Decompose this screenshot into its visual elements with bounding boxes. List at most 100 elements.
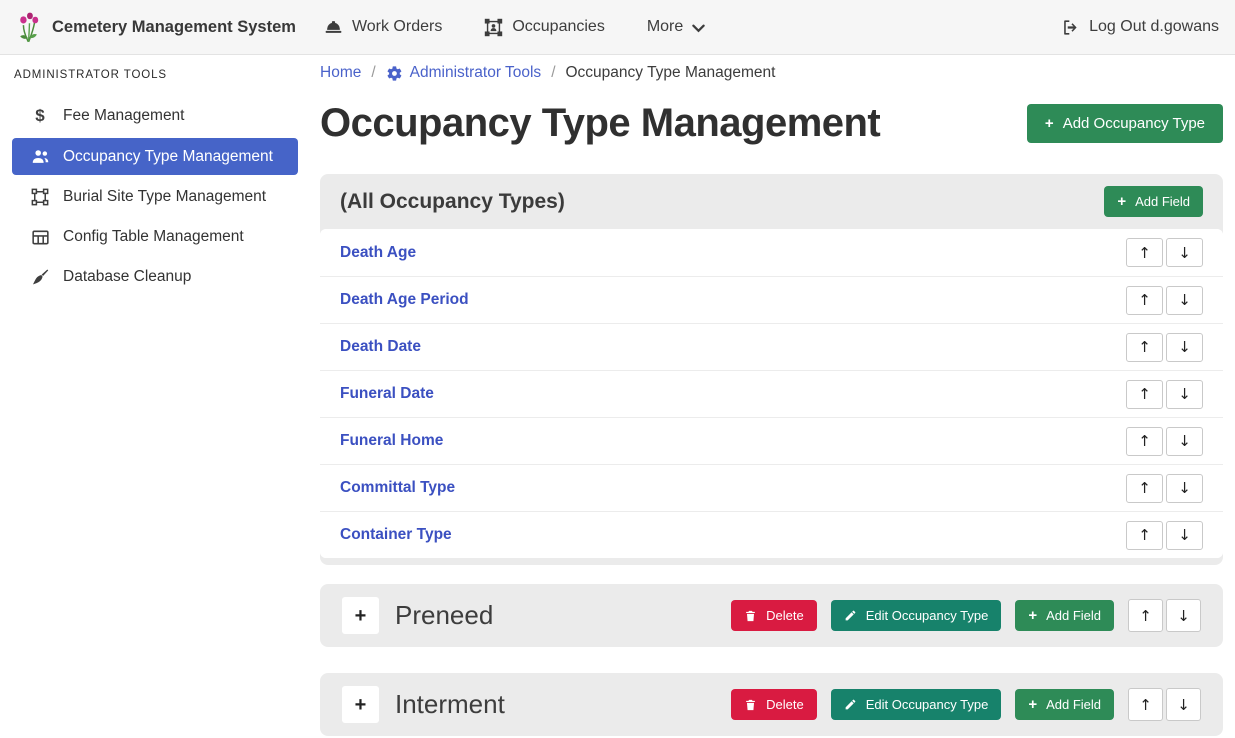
expand-button[interactable]: + xyxy=(342,597,379,634)
logout-label: Log Out d.gowans xyxy=(1089,18,1219,36)
chevron-down-icon xyxy=(692,24,705,33)
field-row: Death Date ↑ ↓ xyxy=(320,323,1223,370)
dollar-icon: $ xyxy=(30,106,50,126)
breadcrumb-separator: / xyxy=(551,64,555,82)
arrow-down-icon: ↓ xyxy=(1178,432,1191,450)
move-up-button[interactable]: ↑ xyxy=(1126,286,1163,315)
nav-occupancies-label: Occupancies xyxy=(512,18,605,36)
move-down-button[interactable]: ↓ xyxy=(1166,599,1201,632)
move-up-button[interactable]: ↑ xyxy=(1126,521,1163,550)
app-brand[interactable]: Cemetery Management System xyxy=(16,11,296,43)
pencil-icon xyxy=(844,698,857,711)
field-link[interactable]: Committal Type xyxy=(340,479,455,497)
expand-plus-icon: + xyxy=(355,694,367,716)
edit-occupancy-type-button[interactable]: Edit Occupancy Type xyxy=(831,600,1002,631)
move-up-button[interactable]: ↑ xyxy=(1126,333,1163,362)
move-down-button[interactable]: ↓ xyxy=(1166,333,1203,362)
main-content: Home / Administrator Tools / Occupancy T… xyxy=(320,55,1223,736)
sidebar-item-fee-management[interactable]: $ Fee Management xyxy=(12,96,298,136)
field-link[interactable]: Death Date xyxy=(340,338,421,356)
sidebar-item-burial-site-type-management[interactable]: Burial Site Type Management xyxy=(12,177,298,217)
panel-title: (All Occupancy Types) xyxy=(340,190,565,214)
move-down-button[interactable]: ↓ xyxy=(1166,238,1203,267)
field-row: Committal Type ↑ ↓ xyxy=(320,464,1223,511)
section-title: Preneed xyxy=(395,600,493,631)
section-title: Interment xyxy=(395,689,505,720)
field-link[interactable]: Death Age xyxy=(340,244,416,262)
sidebar-item-label: Fee Management xyxy=(63,107,185,125)
arrow-down-icon: ↓ xyxy=(1178,291,1191,309)
sidebar-heading: ADMINISTRATOR TOOLS xyxy=(14,69,298,81)
add-occupancy-type-button[interactable]: + Add Occupancy Type xyxy=(1027,104,1223,143)
arrow-down-icon: ↓ xyxy=(1178,479,1191,497)
arrow-up-icon: ↑ xyxy=(1138,244,1151,262)
move-up-button[interactable]: ↑ xyxy=(1126,427,1163,456)
table-icon xyxy=(30,229,50,246)
logout-link[interactable]: Log Out d.gowans xyxy=(1061,18,1219,37)
all-occupancy-types-panel: (All Occupancy Types) + Add Field Death … xyxy=(320,174,1223,565)
arrow-up-icon: ↑ xyxy=(1139,607,1152,625)
delete-button[interactable]: Delete xyxy=(731,600,817,631)
nav-occupancies[interactable]: Occupancies xyxy=(484,18,605,37)
move-down-button[interactable]: ↓ xyxy=(1166,286,1203,315)
tulip-logo-icon xyxy=(16,11,42,43)
trash-icon xyxy=(744,698,757,712)
arrow-up-icon: ↑ xyxy=(1138,385,1151,403)
sidebar-item-database-cleanup[interactable]: Database Cleanup xyxy=(12,257,298,297)
sidebar-item-label: Burial Site Type Management xyxy=(63,188,266,206)
move-up-button[interactable]: ↑ xyxy=(1126,474,1163,503)
field-row: Death Age Period ↑ ↓ xyxy=(320,276,1223,323)
plus-icon: + xyxy=(1045,116,1054,131)
monument-icon xyxy=(484,18,503,37)
arrow-up-icon: ↑ xyxy=(1138,479,1151,497)
breadcrumb-home-link[interactable]: Home xyxy=(320,64,361,82)
move-up-button[interactable]: ↑ xyxy=(1126,238,1163,267)
move-down-button[interactable]: ↓ xyxy=(1166,380,1203,409)
add-field-button[interactable]: + Add Field xyxy=(1015,689,1114,720)
arrow-up-icon: ↑ xyxy=(1138,432,1151,450)
nav-work-orders[interactable]: Work Orders xyxy=(324,18,442,37)
sidebar-item-config-table-management[interactable]: Config Table Management xyxy=(12,217,298,257)
sidebar-item-label: Occupancy Type Management xyxy=(63,148,273,166)
move-down-button[interactable]: ↓ xyxy=(1166,521,1203,550)
move-down-button[interactable]: ↓ xyxy=(1166,427,1203,456)
arrow-up-icon: ↑ xyxy=(1138,526,1151,544)
delete-button[interactable]: Delete xyxy=(731,689,817,720)
move-down-button[interactable]: ↓ xyxy=(1166,688,1201,721)
move-up-button[interactable]: ↑ xyxy=(1128,688,1163,721)
expand-plus-icon: + xyxy=(355,605,367,627)
section-interment: + Interment Delete Edit Occupancy T xyxy=(320,673,1223,736)
admin-sidebar: ADMINISTRATOR TOOLS $ Fee Management Occ… xyxy=(0,55,310,738)
nav-more-label: More xyxy=(647,18,683,36)
navbar-menu: Work Orders Occupancies More xyxy=(324,18,705,37)
field-link[interactable]: Funeral Date xyxy=(340,385,434,403)
breadcrumb-admin-tools-link[interactable]: Administrator Tools xyxy=(386,64,542,82)
breadcrumb-current: Occupancy Type Management xyxy=(566,64,776,82)
nav-work-orders-label: Work Orders xyxy=(352,18,442,36)
field-link[interactable]: Death Age Period xyxy=(340,291,469,309)
move-up-button[interactable]: ↑ xyxy=(1126,380,1163,409)
edit-occupancy-type-button[interactable]: Edit Occupancy Type xyxy=(831,689,1002,720)
field-link[interactable]: Funeral Home xyxy=(340,432,443,450)
move-down-button[interactable]: ↓ xyxy=(1166,474,1203,503)
arrow-down-icon: ↓ xyxy=(1178,385,1191,403)
nav-more[interactable]: More xyxy=(647,18,705,36)
field-list: Death Age ↑ ↓ Death Age Period ↑ ↓ Death… xyxy=(320,229,1223,558)
move-up-button[interactable]: ↑ xyxy=(1128,599,1163,632)
add-field-button[interactable]: + Add Field xyxy=(1104,186,1203,217)
pencil-icon xyxy=(844,609,857,622)
arrow-up-icon: ↑ xyxy=(1138,291,1151,309)
breadcrumb-admin-tools-label: Administrator Tools xyxy=(410,64,542,82)
sidebar-item-occupancy-type-management[interactable]: Occupancy Type Management xyxy=(12,138,298,175)
sidebar-item-label: Config Table Management xyxy=(63,228,244,246)
vector-square-icon xyxy=(30,188,50,206)
field-row: Funeral Home ↑ ↓ xyxy=(320,417,1223,464)
field-link[interactable]: Container Type xyxy=(340,526,452,544)
arrow-down-icon: ↓ xyxy=(1177,607,1190,625)
expand-button[interactable]: + xyxy=(342,686,379,723)
add-field-button[interactable]: + Add Field xyxy=(1015,600,1114,631)
field-row: Funeral Date ↑ ↓ xyxy=(320,370,1223,417)
plus-icon: + xyxy=(1028,697,1037,712)
section-preneed: + Preneed Delete Edit Occupancy Typ xyxy=(320,584,1223,647)
arrow-up-icon: ↑ xyxy=(1139,696,1152,714)
